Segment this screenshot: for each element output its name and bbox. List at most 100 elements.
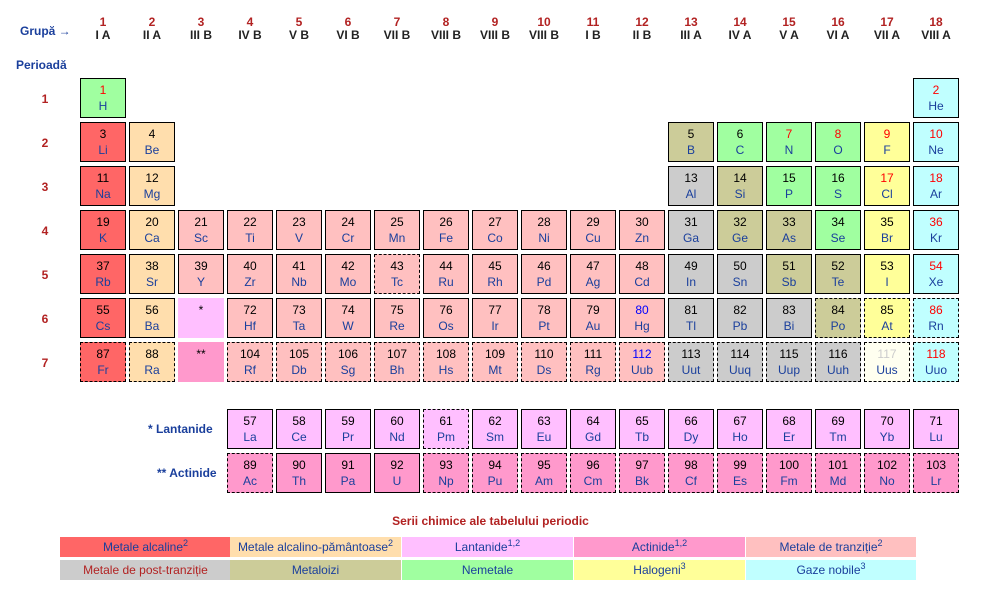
element-cell[interactable]: 93 Np [423, 453, 469, 493]
element-cell[interactable]: 18 Ar [913, 166, 959, 206]
element-cell[interactable]: 46 Pd [521, 254, 567, 294]
element-cell[interactable]: 97 Bk [619, 453, 665, 493]
element-cell[interactable]: 59 Pr [325, 409, 371, 449]
element-cell[interactable]: 5B [668, 122, 714, 162]
element-cell[interactable]: 84 Po [815, 298, 861, 338]
element-cell[interactable]: 33 As [766, 210, 812, 250]
element-cell[interactable]: 87 Fr [80, 342, 126, 382]
element-cell[interactable]: 104 Rf [227, 342, 273, 382]
element-cell[interactable]: 23 V [276, 210, 322, 250]
element-cell[interactable]: 28 Ni [521, 210, 567, 250]
element-cell[interactable]: 66 Dy [668, 409, 714, 449]
element-cell[interactable]: 54 Xe [913, 254, 959, 294]
element-cell[interactable]: 12 Mg [129, 166, 175, 206]
element-cell[interactable]: 45 Rh [472, 254, 518, 294]
element-cell[interactable]: 35 Br [864, 210, 910, 250]
element-cell[interactable]: 86 Rn [913, 298, 959, 338]
element-cell[interactable]: 57 La [227, 409, 273, 449]
element-cell[interactable]: 14 Si [717, 166, 763, 206]
element-cell[interactable]: 24 Cr [325, 210, 371, 250]
element-cell[interactable]: 99 Es [717, 453, 763, 493]
element-cell[interactable]: 69 Tm [815, 409, 861, 449]
element-cell[interactable]: 91 Pa [325, 453, 371, 493]
element-cell[interactable]: 29 Cu [570, 210, 616, 250]
element-cell[interactable]: 34 Se [815, 210, 861, 250]
element-cell[interactable]: 11 Na [80, 166, 126, 206]
element-cell[interactable]: 65 Tb [619, 409, 665, 449]
element-cell[interactable]: 110 Ds [521, 342, 567, 382]
element-cell[interactable]: 22 Ti [227, 210, 273, 250]
series-placeholder-cell[interactable]: * [178, 298, 224, 338]
element-cell[interactable]: 21 Sc [178, 210, 224, 250]
element-cell[interactable]: 115 Uup [766, 342, 812, 382]
element-cell[interactable]: 61 Pm [423, 409, 469, 449]
element-cell[interactable]: 2 He [913, 78, 959, 118]
element-cell[interactable]: 53 I [864, 254, 910, 294]
element-cell[interactable]: 94 Pu [472, 453, 518, 493]
element-cell[interactable]: 80 Hg [619, 298, 665, 338]
element-cell[interactable]: 112 Uub [619, 342, 665, 382]
element-cell[interactable]: 40 Zr [227, 254, 273, 294]
element-cell[interactable]: 64 Gd [570, 409, 616, 449]
element-cell[interactable]: 20 Ca [129, 210, 175, 250]
element-cell[interactable]: 108 Hs [423, 342, 469, 382]
element-cell[interactable]: 90 Th [276, 453, 322, 493]
element-cell[interactable]: 85 At [864, 298, 910, 338]
element-cell[interactable]: 92 U [374, 453, 420, 493]
element-cell[interactable]: 73 Ta [276, 298, 322, 338]
element-cell[interactable]: 32 Ge [717, 210, 763, 250]
element-cell[interactable]: 8O [815, 122, 861, 162]
element-cell[interactable]: 70 Yb [864, 409, 910, 449]
element-cell[interactable]: 105 Db [276, 342, 322, 382]
element-cell[interactable]: 17 Cl [864, 166, 910, 206]
element-cell[interactable]: 48 Cd [619, 254, 665, 294]
element-cell[interactable]: 56 Ba [129, 298, 175, 338]
element-cell[interactable]: 113 Uut [668, 342, 714, 382]
element-cell[interactable]: 76 Os [423, 298, 469, 338]
element-cell[interactable]: 26 Fe [423, 210, 469, 250]
element-cell[interactable]: 25 Mn [374, 210, 420, 250]
element-cell[interactable]: 114 Uuq [717, 342, 763, 382]
element-cell[interactable]: 7N [766, 122, 812, 162]
element-cell[interactable]: 88 Ra [129, 342, 175, 382]
element-cell[interactable]: 44 Ru [423, 254, 469, 294]
element-cell[interactable]: 83 Bi [766, 298, 812, 338]
element-cell[interactable]: 9F [864, 122, 910, 162]
element-cell[interactable]: 101 Md [815, 453, 861, 493]
element-cell[interactable]: 49 In [668, 254, 714, 294]
element-cell[interactable]: 52 Te [815, 254, 861, 294]
element-cell[interactable]: 39 Y [178, 254, 224, 294]
element-cell[interactable]: 78 Pt [521, 298, 567, 338]
element-cell[interactable]: 19 K [80, 210, 126, 250]
element-cell[interactable]: 98 Cf [668, 453, 714, 493]
element-cell[interactable]: 74 W [325, 298, 371, 338]
element-cell[interactable]: 38 Sr [129, 254, 175, 294]
element-cell[interactable]: 67 Ho [717, 409, 763, 449]
element-cell[interactable]: 37 Rb [80, 254, 126, 294]
element-cell[interactable]: 60 Nd [374, 409, 420, 449]
element-cell[interactable]: 4 Be [129, 122, 175, 162]
element-cell[interactable]: 6C [717, 122, 763, 162]
element-cell[interactable]: 116 Uuh [815, 342, 861, 382]
element-cell[interactable]: 111 Rg [570, 342, 616, 382]
element-cell[interactable]: 75 Re [374, 298, 420, 338]
element-cell[interactable]: 27 Co [472, 210, 518, 250]
element-cell[interactable]: 43 Tc [374, 254, 420, 294]
element-cell[interactable]: 36 Kr [913, 210, 959, 250]
element-cell[interactable]: 31 Ga [668, 210, 714, 250]
element-cell[interactable]: 81 Tl [668, 298, 714, 338]
series-placeholder-cell[interactable]: ** [178, 342, 224, 382]
element-cell[interactable]: 30 Zn [619, 210, 665, 250]
element-cell[interactable]: 51 Sb [766, 254, 812, 294]
element-cell[interactable]: 100 Fm [766, 453, 812, 493]
element-cell[interactable]: 42 Mo [325, 254, 371, 294]
element-cell[interactable]: 47 Ag [570, 254, 616, 294]
element-cell[interactable]: 107 Bh [374, 342, 420, 382]
element-cell[interactable]: 106 Sg [325, 342, 371, 382]
element-cell[interactable]: 82 Pb [717, 298, 763, 338]
element-cell[interactable]: 3 Li [80, 122, 126, 162]
element-cell[interactable]: 117 Uus [864, 342, 910, 382]
element-cell[interactable]: 71 Lu [913, 409, 959, 449]
element-cell[interactable]: 118 Uuo [913, 342, 959, 382]
element-cell[interactable]: 15 P [766, 166, 812, 206]
